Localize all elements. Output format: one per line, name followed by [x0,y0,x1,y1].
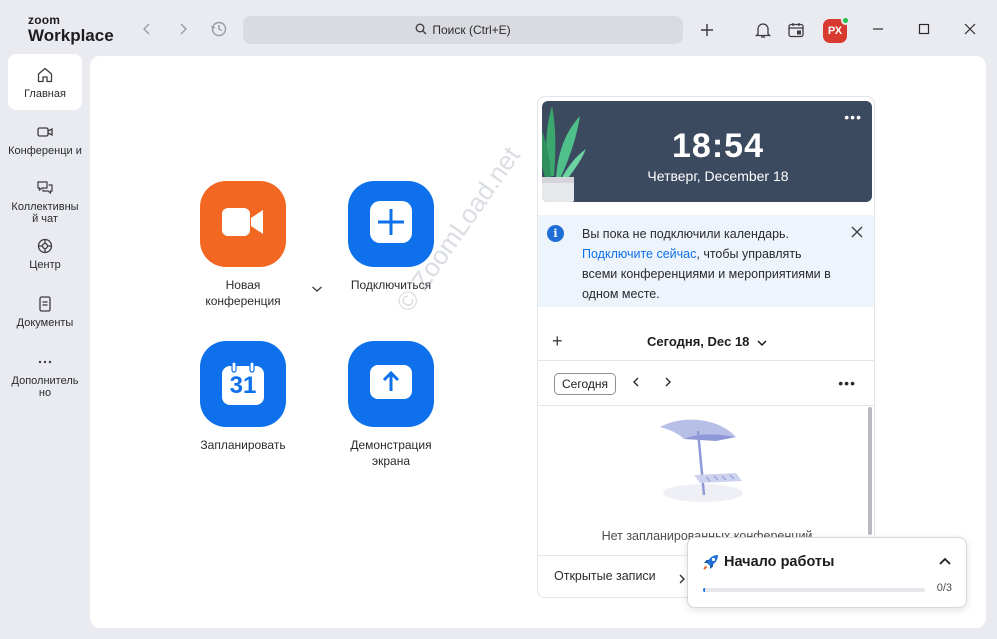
history-icon[interactable] [209,19,229,39]
chevron-down-icon [757,335,767,350]
info-icon: i [547,225,564,242]
notice-text-1: Вы пока не подключили календарь. [582,227,790,241]
share-screen-label: Демонстрация экрана [350,438,432,468]
search-label: Поиск (Ctrl+E) [432,23,511,37]
share-arrow-icon [369,364,413,405]
next-day-icon[interactable] [664,375,672,390]
getting-started-card[interactable]: Начало работы 0/3 [687,537,967,608]
document-icon [35,294,55,314]
video-camera-icon [221,206,265,243]
clock-time: 18:54 [672,127,764,165]
new-meeting-tile[interactable]: Новая конференция [183,181,303,309]
video-camera-icon [35,122,55,142]
forward-arrow-icon[interactable] [173,19,193,39]
share-screen-tile[interactable]: Демонстрация экрана [331,341,451,469]
search-bar[interactable]: Поиск (Ctrl+E) [243,16,683,44]
home-icon [35,65,55,85]
close-window-icon[interactable] [962,21,978,37]
notice-text: Вы пока не подключили календарь. Подключ… [582,224,837,304]
calendar-more-icon[interactable]: ••• [838,375,856,391]
getting-started-progress-bar [703,588,925,592]
progress-fill [703,588,706,592]
title-bar: zoom Workplace Поиск (Ctrl+E) РХ [0,0,997,58]
chevron-up-icon[interactable] [938,555,952,569]
beach-umbrella-illustration-icon [660,419,743,502]
plus-icon[interactable] [696,19,718,41]
clock-date: Четверг, December 18 [647,168,789,184]
sidebar-item-home[interactable]: Главная [8,54,82,110]
sidebar: Главная Конференци и Коллективны й чат Ц… [0,54,88,639]
day-title-label: Сегодня, Dec 18 [646,334,750,349]
rocket-icon [703,555,718,570]
maximize-icon[interactable] [916,21,932,37]
join-label: Подключиться [350,278,432,292]
calendar-header: 18:54 Четверг, December 18 ••• [542,101,872,202]
avatar-initials: РХ [827,25,843,37]
getting-started-count: 0/3 [936,582,952,594]
join-tile[interactable]: Подключиться [331,181,451,293]
calendar-nav: Сегодня ••• [538,362,874,406]
sidebar-item-hub[interactable]: Центр [8,236,82,271]
sidebar-item-label: Конференци и [8,145,82,157]
avatar[interactable]: РХ [823,16,850,43]
search-icon [415,23,427,38]
new-meeting-dropdown-icon[interactable] [311,281,323,292]
zoom-logo: zoom Workplace [28,14,114,44]
back-arrow-icon[interactable] [137,19,157,39]
sidebar-item-more[interactable]: Дополнитель но [8,352,82,399]
calendar-scrollbar[interactable] [868,407,872,535]
plus-icon [369,200,413,249]
logo-line-1: zoom [28,13,61,27]
calendar-connect-notice: i Вы пока не подключили календарь. Подкл… [538,215,874,307]
more-icon [35,352,55,372]
close-icon[interactable] [851,225,863,238]
schedule-tile[interactable]: 31 Запланировать [183,341,303,453]
sidebar-item-label: Центр [29,259,61,271]
new-meeting-label: Новая конференция [205,278,281,308]
chat-icon [35,178,55,198]
schedule-button[interactable]: 31 [200,341,286,427]
bell-icon[interactable] [752,19,774,41]
sidebar-item-documents[interactable]: Документы [8,294,82,329]
prev-day-icon[interactable] [632,375,640,390]
join-button[interactable] [348,181,434,267]
minimize-icon[interactable] [870,21,886,37]
calendar-panel: 18:54 Четверг, December 18 ••• i Вы пока… [537,96,875,598]
share-screen-button[interactable] [348,341,434,427]
logo-line-2: Workplace [28,26,114,45]
calendar-date-icon: 31 [221,361,265,406]
open-notes-label: Открытые записи [554,569,656,583]
calendar-icon[interactable] [785,19,807,41]
calendar-day-number: 31 [229,372,257,399]
sidebar-item-label: Коллективны й чат [11,201,79,225]
sidebar-item-meetings[interactable]: Конференци и [8,122,82,157]
getting-started-title: Начало работы [724,554,835,570]
chevron-right-icon [678,571,686,589]
sidebar-item-label: Дополнитель но [11,375,79,399]
connect-now-link[interactable]: Подключите сейчас [582,247,696,261]
hub-icon [35,236,55,256]
presence-indicator [841,16,850,25]
calendar-toolbar: + Сегодня, Dec 18 [538,325,874,361]
today-button[interactable]: Сегодня [554,373,616,395]
sidebar-item-team-chat[interactable]: Коллективны й чат [8,178,82,225]
new-meeting-button[interactable] [200,181,286,267]
calendar-day-title[interactable]: Сегодня, Dec 18 [538,334,874,350]
header-more-icon[interactable]: ••• [844,109,862,125]
sidebar-item-label: Главная [24,87,66,100]
schedule-label: Запланировать [200,438,286,452]
sidebar-item-label: Документы [16,317,74,329]
